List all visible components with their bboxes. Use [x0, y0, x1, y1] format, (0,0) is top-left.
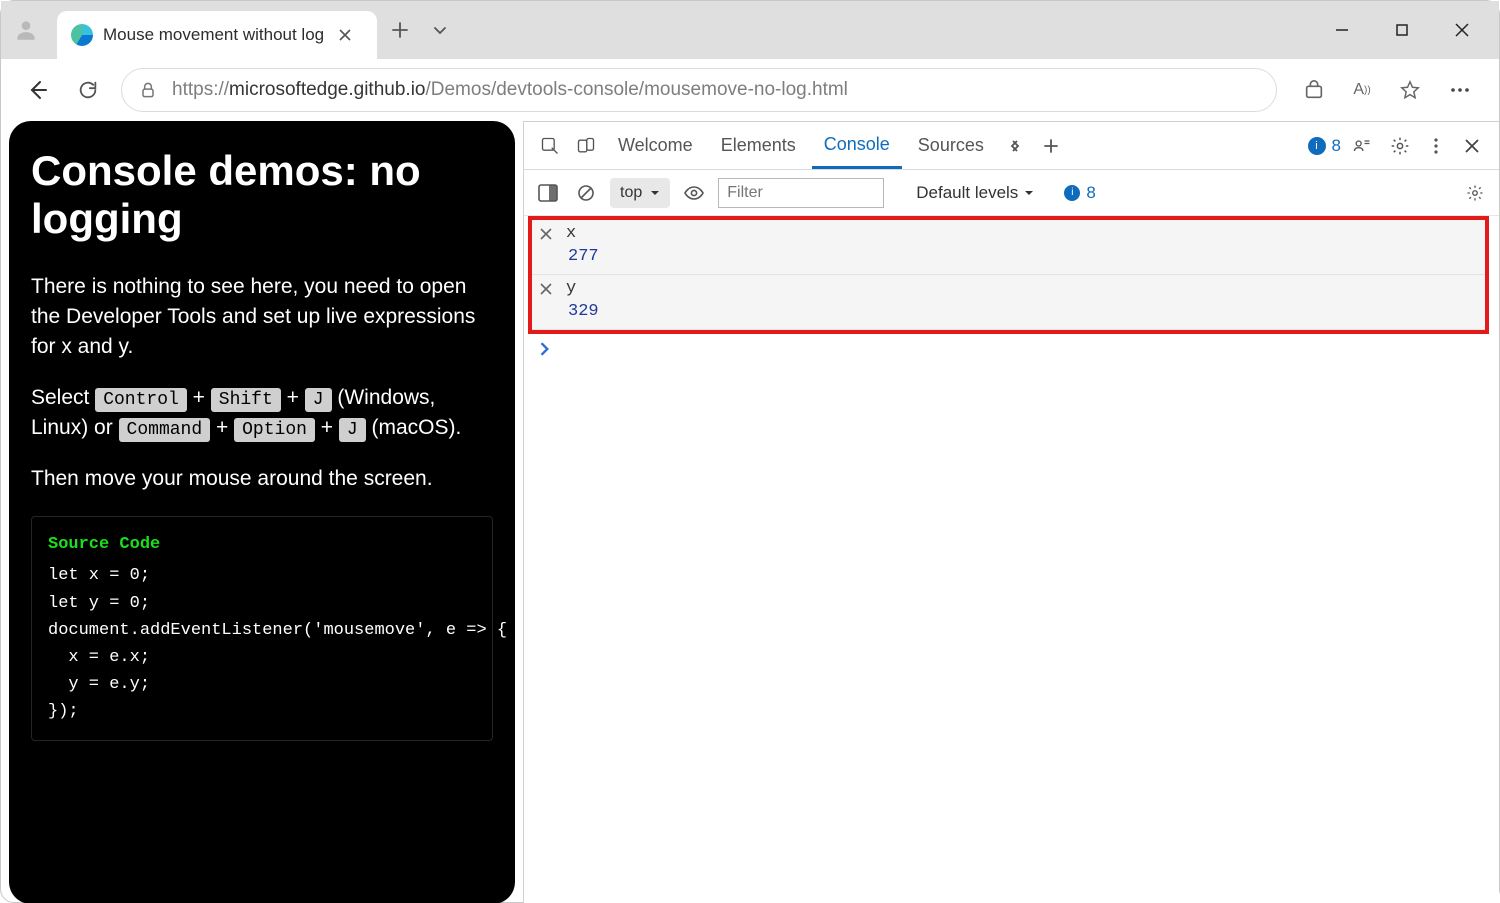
address-bar[interactable]: https://microsoftedge.github.io/Demos/de…	[121, 68, 1277, 112]
sidebar-toggle-icon[interactable]	[534, 170, 562, 216]
nav-refresh-button[interactable]	[65, 67, 111, 113]
devtools-panel: Welcome Elements Console Sources i 8	[523, 121, 1499, 903]
source-code-title: Source Code	[48, 531, 476, 558]
clear-console-icon[interactable]	[572, 170, 600, 216]
browser-titlebar: Mouse movement without loggi	[1, 1, 1499, 59]
kbd-hint: Select Control + Shift + J (Windows, Lin…	[31, 383, 493, 444]
window-maximize-button[interactable]	[1373, 7, 1431, 53]
read-aloud-icon[interactable]: A))	[1339, 67, 1385, 113]
edge-favicon-icon	[71, 24, 93, 46]
log-levels-dropdown[interactable]: Default levels	[916, 183, 1034, 203]
device-toolbar-icon[interactable]	[570, 123, 602, 169]
page-title: Console demos: no logging	[31, 147, 493, 244]
hidden-messages-count[interactable]: i 8	[1064, 183, 1095, 203]
live-expression-row[interactable]: y 329	[532, 275, 1485, 330]
kbd-key: Shift	[211, 388, 281, 412]
kbd-key: J	[339, 418, 366, 442]
info-icon: i	[1064, 185, 1080, 201]
shopping-icon[interactable]	[1291, 67, 1337, 113]
console-toolbar: top Default levels i 8	[524, 170, 1499, 216]
kbd-key: Command	[119, 418, 211, 442]
tab-actions-dropdown[interactable]	[423, 13, 457, 47]
devtools-close-icon[interactable]	[1455, 123, 1489, 169]
nav-back-button[interactable]	[15, 67, 61, 113]
lock-icon	[138, 80, 158, 100]
issues-icon: i	[1308, 137, 1326, 155]
page-viewport: Console demos: no logging There is nothi…	[1, 121, 523, 903]
inspect-element-icon[interactable]	[534, 123, 566, 169]
live-expression-value: 329	[568, 302, 1481, 321]
remove-expression-icon[interactable]	[536, 282, 556, 296]
tab-elements[interactable]: Elements	[709, 122, 808, 169]
tab-sources[interactable]: Sources	[906, 122, 996, 169]
window-minimize-button[interactable]	[1313, 7, 1371, 53]
live-expression-value: 277	[568, 247, 1481, 266]
console-prompt[interactable]	[524, 334, 1499, 364]
window-controls	[1313, 7, 1491, 53]
settings-gear-icon[interactable]	[1383, 123, 1417, 169]
chevron-right-icon	[538, 342, 552, 356]
tab-title: Mouse movement without loggi	[103, 25, 323, 45]
kbd-key: Control	[95, 388, 187, 412]
browser-menu-button[interactable]	[1435, 67, 1485, 113]
url-text: https://microsoftedge.github.io/Demos/de…	[172, 79, 848, 101]
page-content: Console demos: no logging There is nothi…	[9, 121, 515, 903]
tab-close-icon[interactable]	[333, 23, 357, 47]
window-close-button[interactable]	[1433, 7, 1491, 53]
profile-avatar[interactable]	[9, 13, 43, 47]
kbd-key: Option	[234, 418, 315, 442]
new-tab-devtools-icon[interactable]	[1034, 123, 1068, 169]
console-settings-gear-icon[interactable]	[1461, 170, 1489, 216]
live-expressions-region: x 277 y 329	[528, 216, 1489, 334]
live-expression-name: x	[566, 224, 576, 243]
live-expression-row[interactable]: x 277	[532, 220, 1485, 275]
source-code: let x = 0; let y = 0; document.addEventL…	[48, 562, 476, 725]
browser-tab[interactable]: Mouse movement without loggi	[57, 11, 377, 59]
kbd-key: J	[305, 388, 332, 412]
remove-expression-icon[interactable]	[536, 227, 556, 241]
devtools-menu-icon[interactable]	[1421, 123, 1451, 169]
feedback-icon[interactable]	[1345, 123, 1379, 169]
live-expression-name: y	[566, 279, 576, 298]
devtools-tabbar: Welcome Elements Console Sources i 8	[524, 122, 1499, 170]
issues-count[interactable]: i 8	[1308, 136, 1341, 156]
context-selector[interactable]: top	[610, 178, 670, 208]
page-instruction: Then move your mouse around the screen.	[31, 464, 493, 494]
favorite-star-icon[interactable]	[1387, 67, 1433, 113]
source-code-box: Source Code let x = 0; let y = 0; docume…	[31, 516, 493, 740]
tab-console[interactable]: Console	[812, 122, 902, 169]
console-filter-input[interactable]	[718, 178, 884, 208]
tab-welcome[interactable]: Welcome	[606, 122, 705, 169]
live-expression-icon[interactable]	[680, 170, 708, 216]
more-tabs-icon[interactable]	[1000, 123, 1030, 169]
new-tab-button[interactable]	[383, 13, 417, 47]
page-intro: There is nothing to see here, you need t…	[31, 272, 493, 363]
browser-toolbar: https://microsoftedge.github.io/Demos/de…	[1, 59, 1499, 121]
